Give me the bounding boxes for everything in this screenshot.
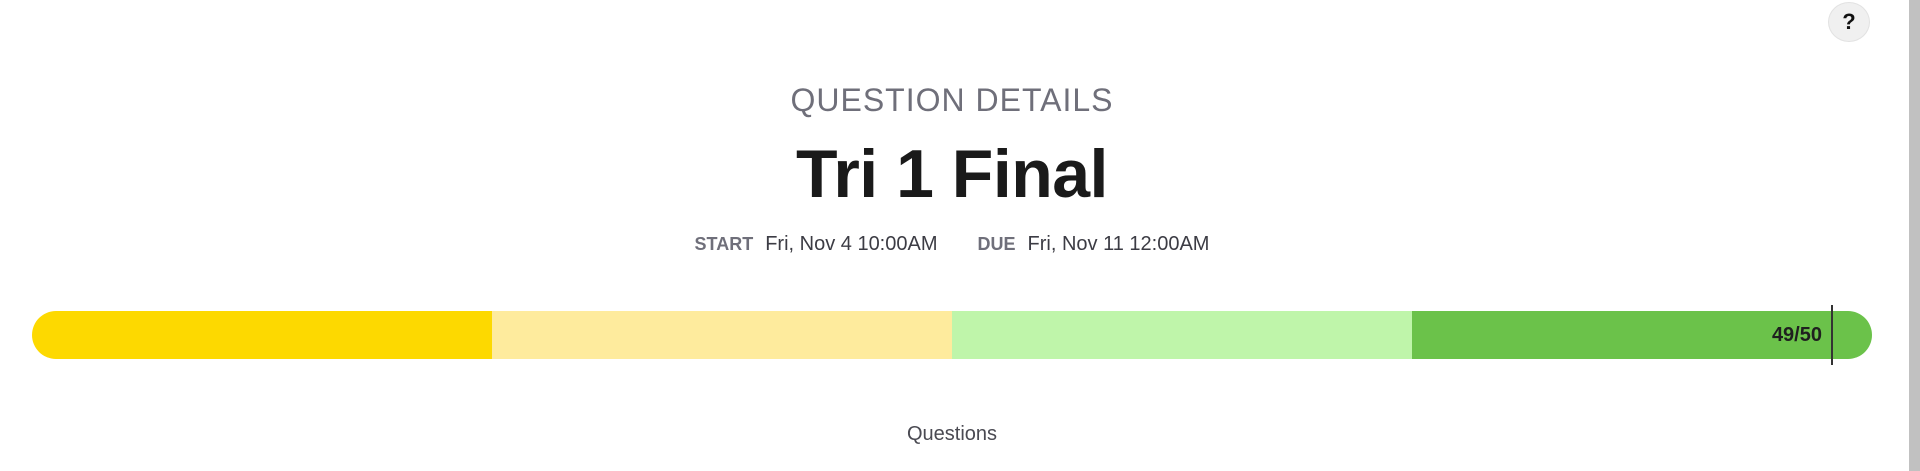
due-value: Fri, Nov 11 12:00AM xyxy=(1027,233,1210,255)
schedule-row: START Fri, Nov 4 10:00AM DUE Fri, Nov 11… xyxy=(0,233,1904,256)
progress-label: 49/50 xyxy=(1771,323,1822,346)
vertical-scrollbar[interactable] xyxy=(1906,0,1920,471)
scrollbar-thumb[interactable] xyxy=(1909,0,1920,471)
page-subheading: QUESTION DETAILS xyxy=(790,82,1114,118)
progress-marker xyxy=(1831,305,1833,365)
questions-heading: Questions xyxy=(906,423,998,445)
help-button[interactable]: ? xyxy=(1828,2,1870,42)
start-date: START Fri, Nov 4 10:00AM xyxy=(695,233,938,256)
page-title: Tri 1 Final xyxy=(796,136,1108,212)
start-value: Fri, Nov 4 10:00AM xyxy=(765,233,938,255)
due-date: DUE Fri, Nov 11 12:00AM xyxy=(978,233,1210,256)
help-icon: ? xyxy=(1842,9,1856,34)
start-label: START xyxy=(694,234,754,254)
due-label: DUE xyxy=(977,234,1016,254)
